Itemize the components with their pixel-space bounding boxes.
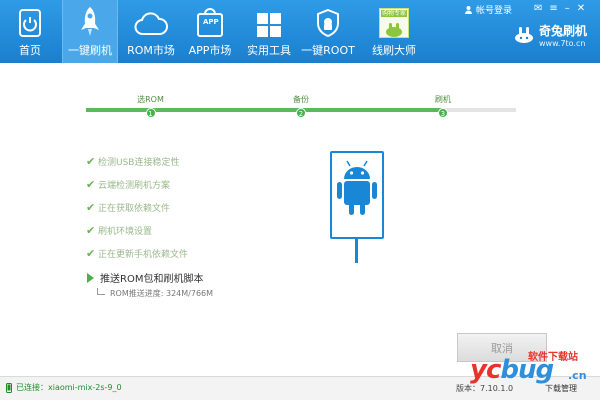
watermark-suffix: .cn <box>568 369 587 382</box>
nav-line-flash-master[interactable]: 购物专家 线刷大师 <box>364 0 424 63</box>
nav-label: 线刷大师 <box>372 44 416 57</box>
step-label: 备份 <box>293 95 309 104</box>
app-badge-text: APP <box>203 18 219 26</box>
home-icon <box>19 9 41 37</box>
rocket-icon <box>81 7 99 36</box>
nav-app-market[interactable]: APP APP市场 <box>184 0 236 63</box>
nav-one-click-flash[interactable]: 一键刷机 <box>62 0 118 63</box>
check-icon: ✔ <box>86 247 96 260</box>
nav-tools[interactable]: 实用工具 <box>242 0 296 63</box>
nav-rom-market[interactable]: ROM市场 <box>124 0 178 63</box>
rabbit-logo-icon <box>515 27 533 43</box>
checklist-item: ✔ 检测USB连接稳定性 <box>86 150 188 173</box>
step-label: 选ROM <box>137 95 164 104</box>
check-icon: ✔ <box>86 178 96 191</box>
play-arrow-icon <box>87 272 94 283</box>
check-icon: ✔ <box>86 201 96 214</box>
step-backup: 备份 2 <box>281 94 321 118</box>
cloud-icon <box>134 12 168 35</box>
step-number: 2 <box>296 108 306 118</box>
brand-logo: 奇兔刷机 www.7to.cn <box>513 22 587 48</box>
step-label: 刷机 <box>434 95 451 104</box>
flash-checklist: ✔ 检测USB连接稳定性 ✔ 云端检测刷机方案 ✔ 正在获取依赖文件 ✔ 刷机环… <box>86 150 188 265</box>
close-icon[interactable]: ✕ <box>577 3 585 14</box>
watermark-logo-part1: yc <box>470 355 501 385</box>
connection-status: 已连接：xiaomi-mix-2s-9_0 <box>6 382 122 393</box>
step-flash: 刷机 3 <box>423 94 463 118</box>
checklist-item: ✔ 正在获取依赖文件 <box>86 196 188 219</box>
usb-cable <box>355 239 358 263</box>
phone-connected-icon <box>6 382 12 393</box>
brand-url: www.7to.cn <box>539 39 586 48</box>
current-task-label: 推送ROM包和刷机脚本 <box>100 274 204 285</box>
checklist-item: ✔ 刷机环境设置 <box>86 219 188 242</box>
rom-push-progress-label: ROM推送进度: 324M/766M <box>110 289 214 298</box>
top-toolbar: 首页 一键刷机 ROM市场 APP APP市场 实用工具 一键ROOT 购物专家… <box>0 0 600 63</box>
brand-name: 奇兔刷机 <box>539 24 588 38</box>
nav-label: ROM市场 <box>127 44 175 57</box>
nav-label: 一键ROOT <box>301 44 355 57</box>
nav-label: 实用工具 <box>247 44 291 57</box>
step-number: 1 <box>145 108 156 118</box>
watermark-site-name: 软件下载站 <box>528 352 578 363</box>
shopping-expert-badge: 购物专家 <box>381 10 407 17</box>
feedback-icon[interactable]: ✉ <box>534 3 542 14</box>
check-icon: ✔ <box>86 155 96 168</box>
checklist-item-label: 正在获取依赖文件 <box>98 204 171 214</box>
user-icon <box>465 6 472 14</box>
nav-label: 首页 <box>19 44 41 57</box>
rabbit-icon: 购物专家 <box>379 8 409 38</box>
account-login-label: 帐号登录 <box>476 6 513 16</box>
nav-home[interactable]: 首页 <box>0 0 60 63</box>
checklist-item-label: 刷机环境设置 <box>98 227 153 237</box>
current-task: 推送ROM包和刷机脚本 <box>87 270 203 285</box>
rom-push-progress: ROM推送进度: 324M/766M <box>97 287 214 299</box>
android-robot-icon <box>337 160 377 215</box>
connection-label: 已连接：xiaomi-mix-2s-9_0 <box>16 383 122 392</box>
checklist-item: ✔ 正在更新手机依赖文件 <box>86 242 188 265</box>
checklist-item: ✔ 云端检测刷机方案 <box>86 173 188 196</box>
phone-illustration <box>330 151 384 239</box>
nav-label: APP市场 <box>188 44 232 57</box>
tree-connector-icon <box>97 287 105 295</box>
checklist-item-label: 云端检测刷机方案 <box>98 181 171 191</box>
shield-icon <box>317 8 339 38</box>
minimize-icon[interactable]: – <box>565 3 570 14</box>
checklist-item-label: 检测USB连接稳定性 <box>98 158 180 168</box>
grid-icon <box>257 13 281 37</box>
nav-label: 一键刷机 <box>68 44 112 57</box>
nav-one-click-root[interactable]: 一键ROOT <box>300 0 356 63</box>
window-controls: ✉ ≡ – ✕ <box>534 3 585 14</box>
step-number: 3 <box>437 108 448 118</box>
step-select-rom: 选ROM 1 <box>131 94 171 118</box>
watermark: ycbug 软件下载站 .cn <box>470 345 598 385</box>
menu-icon[interactable]: ≡ <box>549 3 557 14</box>
check-icon: ✔ <box>86 224 96 237</box>
account-login[interactable]: 帐号登录 <box>464 3 512 16</box>
checklist-item-label: 正在更新手机依赖文件 <box>98 250 189 260</box>
